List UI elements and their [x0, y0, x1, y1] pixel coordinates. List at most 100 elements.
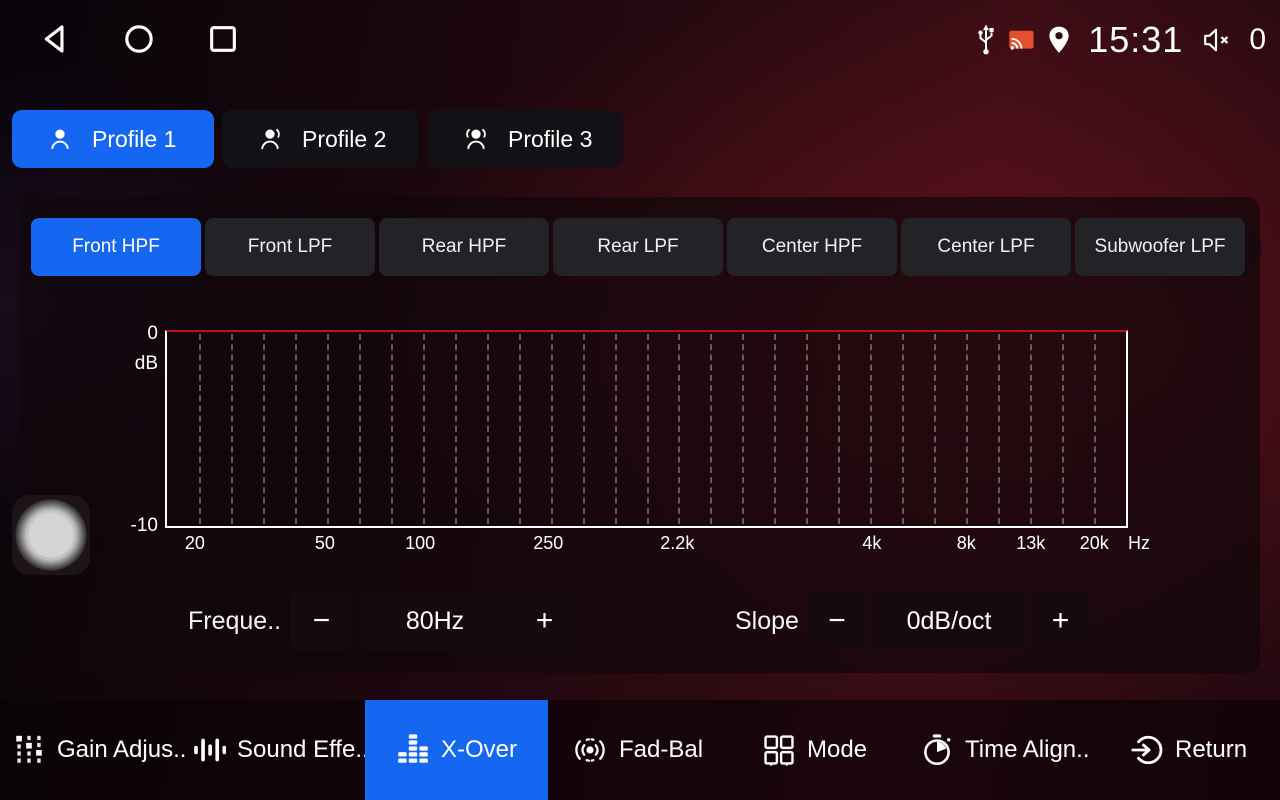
filter-tab-center-lpf[interactable]: Center LPF	[901, 218, 1071, 276]
volume-level: 0	[1249, 23, 1266, 57]
frequency-plus-button[interactable]: +	[513, 592, 576, 650]
frequency-label: Freque..	[188, 592, 281, 650]
gridline	[487, 334, 489, 524]
mode-icon	[762, 733, 796, 767]
gridline	[551, 334, 553, 524]
back-icon[interactable]	[40, 22, 74, 56]
x-tick-label-250: 250	[533, 533, 563, 554]
x-tick-label-8k: 8k	[957, 533, 976, 554]
usb-icon	[974, 24, 998, 56]
gridline	[615, 334, 617, 524]
y-axis-unit-label: dB	[120, 353, 158, 375]
gridline	[774, 334, 776, 524]
gridline	[998, 334, 1000, 524]
nav-item-return[interactable]: Return	[1130, 700, 1270, 800]
nav-item-mode[interactable]: Mode	[762, 700, 892, 800]
x-tick-label-50: 50	[315, 533, 335, 554]
filter-tab-rear-lpf[interactable]: Rear LPF	[553, 218, 723, 276]
nav-item-label: Time Align..	[965, 736, 1090, 764]
x-tick-label-20k: 20k	[1080, 533, 1109, 554]
nav-item-label: Return	[1175, 736, 1247, 764]
nav-item-label: Mode	[807, 736, 867, 764]
nav-item-sound-effe[interactable]: Sound Effe..	[192, 700, 365, 800]
plot-area[interactable]	[165, 330, 1128, 528]
profile-row: Profile 1 Profile 2 Profile 3	[0, 110, 1280, 168]
xover-eq-icon	[396, 733, 430, 767]
filter-tab-rear-hpf[interactable]: Rear HPF	[379, 218, 549, 276]
slope-plus-button[interactable]: +	[1029, 592, 1092, 650]
slope-label: Slope	[735, 592, 799, 650]
profile-tab-2[interactable]: Profile 2	[222, 110, 418, 168]
sound-effects-icon	[192, 733, 226, 767]
frequency-minus-button[interactable]: −	[290, 592, 353, 650]
gridline	[838, 334, 840, 524]
rotary-knob[interactable]	[15, 499, 87, 571]
y-axis-bottom-label: -10	[112, 515, 158, 537]
knob-container	[12, 495, 90, 575]
slope-value: 0dB/oct	[873, 592, 1025, 650]
nav-item-label: Gain Adjus..	[57, 736, 186, 764]
gridline	[1094, 334, 1096, 524]
gridline	[263, 334, 265, 524]
gridline	[455, 334, 457, 524]
gridline	[966, 334, 968, 524]
x-tick-label-100: 100	[405, 533, 435, 554]
filter-tab-front-lpf[interactable]: Front LPF	[205, 218, 375, 276]
gridline	[327, 334, 329, 524]
person-icon	[46, 125, 74, 153]
return-icon	[1130, 733, 1164, 767]
gridline	[1062, 334, 1064, 524]
frequency-value: 80Hz	[360, 592, 510, 650]
profile-tab-label: Profile 3	[508, 126, 592, 153]
nav-item-label: X-Over	[441, 736, 517, 764]
nav-item-fad-bal[interactable]: Fad-Bal	[572, 700, 722, 800]
home-icon[interactable]	[122, 22, 156, 56]
x-tick-label-4k: 4k	[862, 533, 881, 554]
profile-tab-label: Profile 2	[302, 126, 386, 153]
x-tick-label-20: 20	[185, 533, 205, 554]
gridline	[710, 334, 712, 524]
nav-item-x-over[interactable]: X-Over	[365, 700, 548, 800]
gridline	[295, 334, 297, 524]
gridline	[902, 334, 904, 524]
status-time: 15:31	[1088, 19, 1183, 61]
gridline	[806, 334, 808, 524]
gridline	[647, 334, 649, 524]
x-axis-unit-label: Hz	[1128, 533, 1150, 554]
slope-minus-button[interactable]: −	[806, 592, 868, 650]
nav-item-time-align[interactable]: Time Align..	[920, 700, 1105, 800]
filter-tabs: Front HPFFront LPFRear HPFRear LPFCenter…	[31, 218, 1245, 276]
x-tick-label-2.2k: 2.2k	[660, 533, 694, 554]
gridline	[519, 334, 521, 524]
x-tick-label-13k: 13k	[1016, 533, 1045, 554]
person-arcs-icon	[462, 125, 490, 153]
profile-tab-1[interactable]: Profile 1	[12, 110, 214, 168]
recents-icon[interactable]	[206, 22, 240, 56]
cast-icon	[1008, 29, 1036, 51]
xover-panel: Front HPFFront LPFRear HPFRear LPFCenter…	[20, 197, 1260, 673]
fadbal-icon	[572, 732, 608, 768]
profile-tab-label: Profile 1	[92, 126, 176, 153]
bottom-nav: Gain Adjus..Sound Effe..X-OverFad-BalMod…	[0, 700, 1280, 800]
gridline	[678, 334, 680, 524]
filter-tab-center-hpf[interactable]: Center HPF	[727, 218, 897, 276]
status-bar: 15:31 0	[0, 0, 1280, 80]
gridline	[870, 334, 872, 524]
volume-muted-icon	[1201, 25, 1237, 55]
gridline	[423, 334, 425, 524]
filter-tab-front-hpf[interactable]: Front HPF	[31, 218, 201, 276]
location-icon	[1046, 25, 1072, 55]
gridline	[742, 334, 744, 524]
time-align-icon	[920, 733, 954, 767]
profile-tab-3[interactable]: Profile 3	[428, 110, 623, 168]
gridline	[583, 334, 585, 524]
nav-item-label: Fad-Bal	[619, 736, 703, 764]
nav-item-label: Sound Effe..	[237, 736, 369, 764]
gridline	[1030, 334, 1032, 524]
nav-item-gain-adjus[interactable]: Gain Adjus..	[12, 700, 192, 800]
person-arc-icon	[256, 125, 284, 153]
gridline	[391, 334, 393, 524]
filter-tab-subwoofer-lpf[interactable]: Subwoofer LPF	[1075, 218, 1245, 276]
gridline	[231, 334, 233, 524]
gain-sliders-icon	[12, 733, 46, 767]
